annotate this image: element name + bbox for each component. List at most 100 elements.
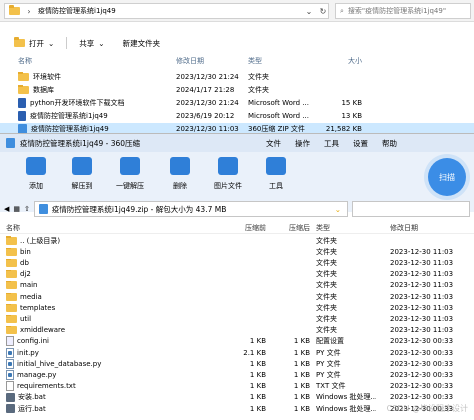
table-row[interactable]: main 文件夹 2023-12-30 11:03	[0, 280, 474, 291]
folder-icon	[6, 292, 17, 301]
folder-icon	[6, 247, 17, 256]
add-button[interactable]: 添加	[14, 157, 58, 191]
table-row[interactable]: init.py 2.1 KB 1 KB PY 文件 2023-12-30 00:33	[0, 347, 474, 358]
column-size[interactable]: 大小	[316, 56, 362, 66]
menu-operation[interactable]: 操作	[295, 138, 310, 149]
file-date: 2023-12-30 00:33	[390, 348, 454, 357]
table-row[interactable]: templates 文件夹 2023-12-30 11:03	[0, 302, 474, 313]
open-label: 打开	[29, 38, 44, 48]
file-date: 2023-12-30 11:03	[390, 292, 454, 301]
new-folder-button[interactable]: 新建文件夹	[117, 36, 167, 51]
view-icon[interactable]: ▦	[13, 205, 20, 213]
column-name[interactable]: 名称	[18, 56, 168, 66]
column-date[interactable]: 修改日期	[176, 56, 248, 66]
compressed-size: 1 KB	[249, 370, 266, 379]
scan-button[interactable]: 扫描	[428, 158, 466, 196]
delete-button[interactable]: 删除	[158, 157, 202, 191]
search-placeholder: 搜索"疫情防控管理系统i1jq49"	[347, 7, 447, 15]
original-size: 1 KB	[293, 370, 310, 379]
table-row[interactable]: media 文件夹 2023-12-30 11:03	[0, 291, 474, 302]
item-date: 2023/12/30 21:24	[176, 99, 239, 107]
address-box[interactable]: › 疫情防控管理系统i1jq49 ⌄ ↻	[4, 3, 329, 19]
zip-archiver-window: 疫情防控管理系统i1jq49 - 360压缩 文件 操作 工具 设置 帮助 添加…	[0, 133, 474, 420]
original-size: 1 KB	[293, 393, 310, 402]
compressed-size: 1 KB	[249, 382, 266, 391]
table-row[interactable]: db 文件夹 2023-12-30 11:03	[0, 257, 474, 268]
file-type: 文件夹	[316, 281, 337, 290]
item-name: 数据库	[33, 86, 54, 94]
address-bar: › 疫情防控管理系统i1jq49 ⌄ ↻ ⌕ 搜索"疫情防控管理系统i1jq49…	[0, 0, 474, 22]
chevron-down-icon[interactable]: ⌄	[335, 205, 341, 214]
table-row[interactable]: util 文件夹 2023-12-30 11:03	[0, 313, 474, 324]
list-item[interactable]: 疫情防控管理系统i1jq49 2023/6/19 20:12 Microsoft…	[0, 110, 474, 122]
explorer-column-header: 名称 修改日期 类型 大小	[0, 56, 474, 68]
chevron-right-icon: ›	[27, 6, 31, 16]
table-row[interactable]: 安装.bat 1 KB 1 KB Windows 批处理... 2023-12-30 0…	[0, 392, 474, 403]
app-logo-icon	[6, 138, 15, 148]
zip-path-box[interactable]: 疫情防控管理系统i1jq49.zip - 解包大小为 43.7 MB ⌄	[33, 201, 348, 217]
toolbar-divider	[66, 37, 68, 49]
tools-button[interactable]: 工具	[254, 157, 298, 191]
one-click-extract-icon	[120, 157, 140, 175]
search-box[interactable]: ⌕ 搜索"疫情防控管理系统i1jq49"	[335, 3, 471, 19]
file-type: 文件夹	[316, 270, 337, 279]
word-icon	[18, 98, 26, 108]
file-type: 文件夹	[316, 247, 337, 256]
column-date[interactable]: 修改日期	[390, 223, 474, 233]
file-name: xmiddleware	[20, 326, 66, 335]
table-row[interactable]: .. (上级目录) 文件夹	[0, 235, 474, 246]
extract-to-button[interactable]: 解压到	[60, 157, 104, 191]
one-click-extract-button[interactable]: 一键解压	[108, 157, 152, 191]
table-row[interactable]: manage.py 1 KB 1 KB PY 文件 2023-12-30 00:33	[0, 369, 474, 380]
py-icon	[6, 369, 14, 380]
folder-icon	[6, 281, 17, 290]
up-folder-icon[interactable]: ⇧	[24, 205, 30, 213]
table-row[interactable]: requirements.txt 1 KB 1 KB TXT 文件 2023-12-30…	[0, 381, 474, 392]
item-date: 2023/6/19 20:12	[176, 112, 235, 120]
item-date: 2024/1/17 21:28	[176, 86, 235, 94]
table-row[interactable]: xmiddleware 文件夹 2023-12-30 11:03	[0, 325, 474, 336]
item-size: 13 KB	[341, 112, 362, 120]
file-type: 文件夹	[316, 326, 337, 335]
add-icon	[26, 157, 46, 175]
file-date: 2023-12-30 00:33	[390, 382, 454, 391]
menu-tools[interactable]: 工具	[324, 138, 339, 149]
menu-help[interactable]: 帮助	[382, 138, 397, 149]
original-size: 1 KB	[293, 348, 310, 357]
compressed-size: 1 KB	[249, 337, 266, 346]
item-size: 15 KB	[341, 99, 362, 107]
menu-bar: 文件 操作 工具 设置 帮助	[266, 138, 397, 149]
refresh-icon[interactable]: ↻	[318, 4, 328, 18]
menu-file[interactable]: 文件	[266, 138, 281, 149]
share-button[interactable]: 共享 ⌄	[73, 36, 110, 51]
column-name[interactable]: 名称	[6, 223, 221, 233]
window-title: 疫情防控管理系统i1jq49 - 360压缩	[20, 138, 141, 148]
chevron-down-icon[interactable]: ⌄	[304, 4, 314, 18]
table-row[interactable]: initial_hive_database.py 1 KB 1 KB PY 文件 202…	[0, 358, 474, 369]
file-name: config.ini	[17, 337, 49, 346]
file-date: 2023-12-30 11:03	[390, 247, 454, 256]
back-icon[interactable]: ◀	[4, 205, 9, 213]
column-original[interactable]: 压缩后	[270, 223, 310, 233]
table-row[interactable]: config.ini 1 KB 1 KB 配置设置 2023-12-30 00:33	[0, 336, 474, 347]
file-type: 配置设置	[316, 337, 344, 346]
original-size: 1 KB	[293, 337, 310, 346]
original-size: 1 KB	[293, 359, 310, 368]
open-button[interactable]: 打开 ⌄	[8, 36, 60, 51]
file-type: 文件夹	[316, 236, 337, 245]
column-type[interactable]: 类型	[248, 56, 313, 66]
column-compressed[interactable]: 压缩前	[222, 223, 266, 233]
column-type[interactable]: 类型	[316, 223, 376, 233]
item-date: 2023/12/30 21:24	[176, 73, 239, 81]
item-name: python开发环境软件下载文档	[30, 99, 125, 107]
menu-settings[interactable]: 设置	[353, 138, 368, 149]
list-item[interactable]: python开发环境软件下载文档 2023/12/30 21:24 Micros…	[0, 97, 474, 109]
ini-icon	[6, 336, 14, 347]
list-item[interactable]: 数据库 2024/1/17 21:28 文件夹	[0, 84, 474, 96]
table-row[interactable]: dj2 文件夹 2023-12-30 11:03	[0, 269, 474, 280]
table-row[interactable]: bin 文件夹 2023-12-30 11:03	[0, 246, 474, 257]
image-files-button[interactable]: 图片文件	[206, 157, 250, 191]
file-name: initial_hive_database.py	[17, 359, 102, 368]
zip-search-input[interactable]	[352, 201, 470, 217]
list-item[interactable]: 环境软件 2023/12/30 21:24 文件夹	[0, 71, 474, 83]
